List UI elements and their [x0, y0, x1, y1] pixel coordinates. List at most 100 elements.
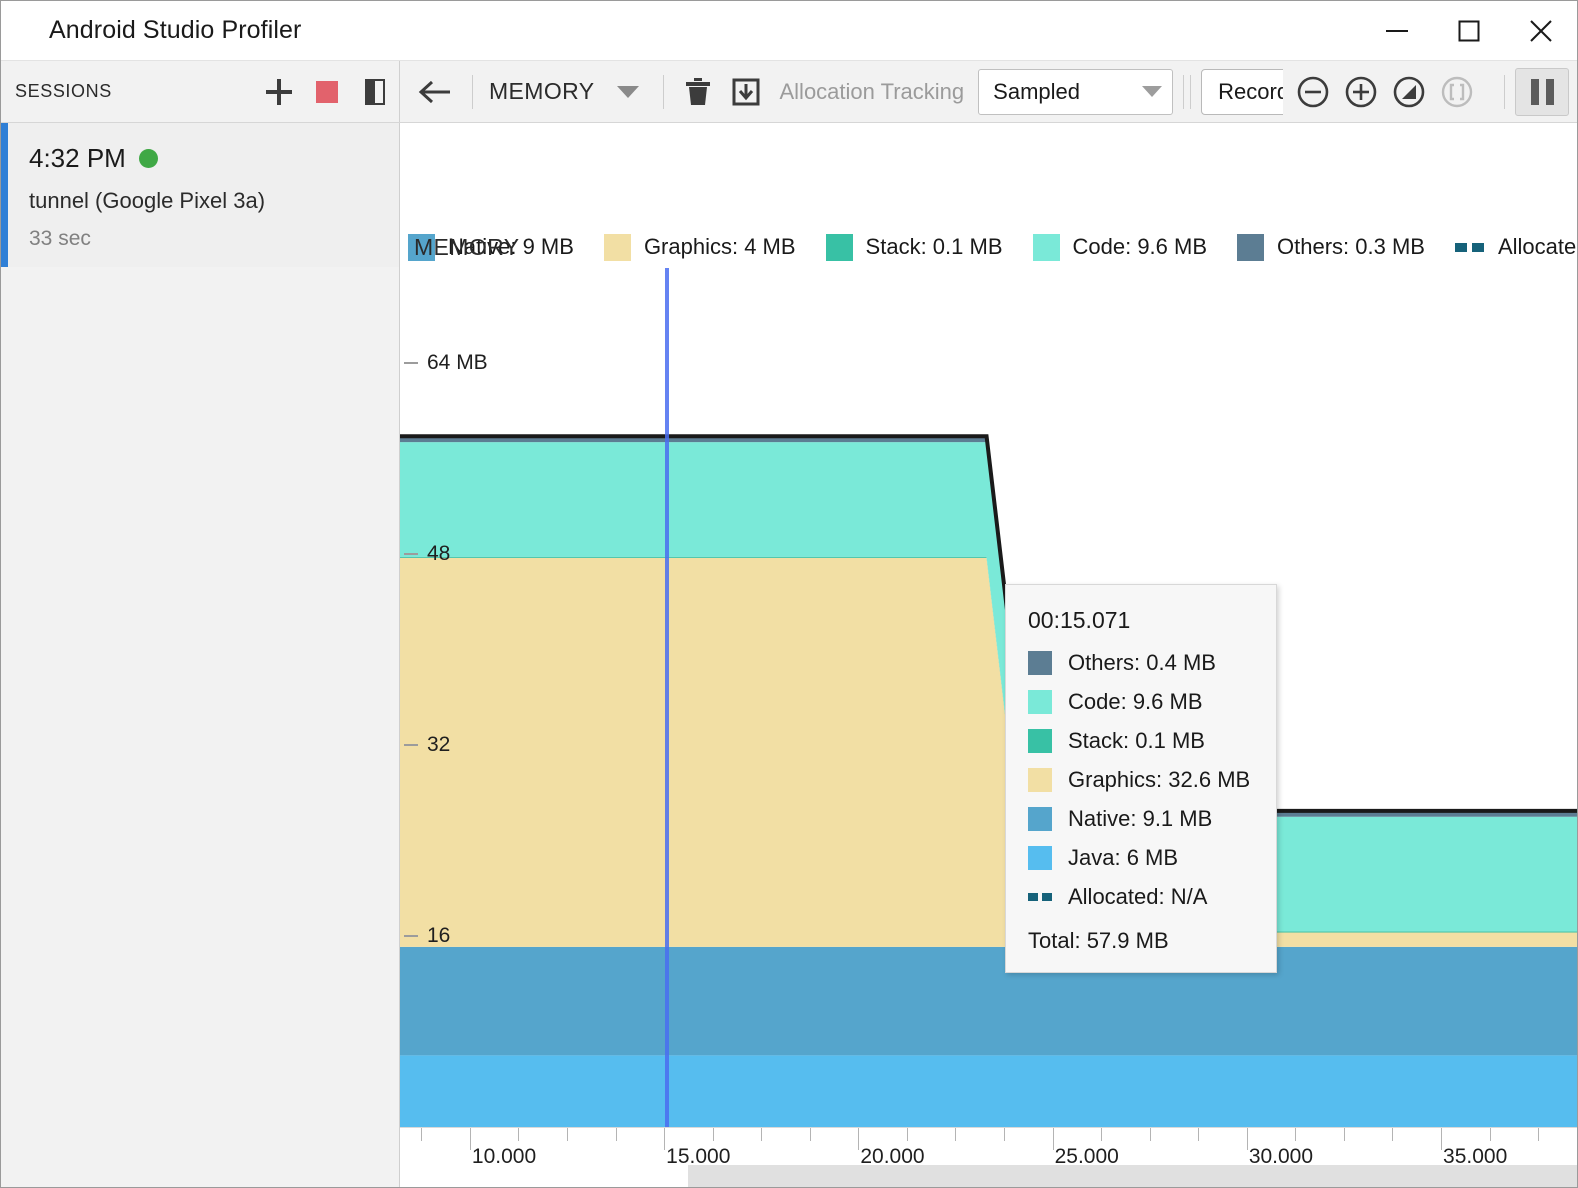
- playhead-marker[interactable]: [665, 268, 669, 1127]
- x-axis-tick-mark: [1198, 1128, 1199, 1141]
- toolbar-separator: [1190, 75, 1191, 109]
- legend-label: Native: 9 MB: [448, 234, 574, 260]
- x-axis-tick-mark: [518, 1128, 519, 1141]
- stop-session-button[interactable]: [303, 69, 351, 115]
- y-axis-tick-label: 48: [427, 542, 450, 566]
- session-item[interactable]: 4:32 PM tunnel (Google Pixel 3a) 33 sec: [1, 123, 399, 267]
- zoom-controls: [1283, 61, 1481, 122]
- zoom-out-button[interactable]: [1289, 68, 1337, 116]
- x-axis-tick-mark: [761, 1128, 762, 1141]
- allocation-sampling-value: Sampled: [993, 79, 1128, 105]
- x-axis-tick-mark: [907, 1128, 908, 1141]
- zoom-in-button[interactable]: [1337, 68, 1385, 116]
- allocation-sampling-select[interactable]: Sampled: [978, 69, 1173, 115]
- x-axis-tick-mark: [1490, 1128, 1491, 1141]
- tooltip-swatch: [1028, 768, 1052, 792]
- tooltip-label: Graphics: 32.6 MB: [1068, 767, 1250, 793]
- tooltip-label: Java: 6 MB: [1068, 845, 1178, 871]
- live-dot-icon: [139, 149, 158, 168]
- tooltip-rows: Others: 0.4 MBCode: 9.6 MBStack: 0.1 MBG…: [1028, 650, 1256, 910]
- memory-chart-panel: Native: 9 MB Graphics: 4 MB Stack: 0.1 MB C…: [400, 123, 1577, 1187]
- allocation-tracking-label: Allocation Tracking: [770, 79, 979, 105]
- profiler-window: Android Studio Profiler SESSIONS: [0, 0, 1578, 1188]
- pause-button[interactable]: [1515, 68, 1569, 116]
- tick-mark: [404, 935, 418, 937]
- tooltip-label: Native: 9.1 MB: [1068, 806, 1212, 832]
- reset-zoom-icon: [1390, 73, 1428, 111]
- allocated-dash-icon: [1028, 885, 1052, 909]
- minimize-button[interactable]: [1361, 1, 1433, 60]
- tooltip-label: Allocated: N/A: [1068, 884, 1207, 910]
- x-axis-tick-mark: [1150, 1128, 1151, 1141]
- memory-area-chart: [400, 268, 1577, 1127]
- heap-dump-button[interactable]: [722, 69, 770, 115]
- close-icon: [1528, 18, 1554, 44]
- y-axis-tick: 16: [404, 924, 450, 948]
- legend-item: Code: 9.6 MB: [1033, 234, 1208, 261]
- legend-swatch: [604, 234, 631, 261]
- x-axis-tick-mark: [616, 1128, 617, 1141]
- maximize-button[interactable]: [1433, 1, 1505, 60]
- reset-zoom-button[interactable]: [1385, 68, 1433, 116]
- toolbar-separator: [1183, 75, 1184, 109]
- toggle-sessions-panel-button[interactable]: [351, 69, 399, 115]
- legend-label: Stack: 0.1 MB: [866, 234, 1003, 260]
- x-axis: 10.00015.00020.00025.00030.00035.000: [400, 1127, 1577, 1187]
- legend-label: Code: 9.6 MB: [1073, 234, 1208, 260]
- legend-item: Graphics: 4 MB: [604, 234, 796, 261]
- chevron-down-icon[interactable]: [617, 86, 639, 98]
- tooltip-label: Code: 9.6 MB: [1068, 689, 1203, 715]
- legend-swatch: [1237, 234, 1264, 261]
- tick-mark: [404, 744, 418, 746]
- x-axis-tick-mark: [664, 1128, 665, 1150]
- title-bar: Android Studio Profiler: [1, 1, 1577, 61]
- pause-icon: [1531, 79, 1539, 105]
- plus-icon: [266, 79, 292, 105]
- x-axis-tick-mark: [470, 1128, 471, 1150]
- tooltip-swatch: [1028, 729, 1052, 753]
- legend-item: Others: 0.3 MB: [1237, 234, 1425, 261]
- add-session-button[interactable]: [255, 69, 303, 115]
- zoom-in-icon: [1342, 73, 1380, 111]
- sessions-panel: 4:32 PM tunnel (Google Pixel 3a) 33 sec: [1, 123, 400, 1187]
- toolbar-separator: [1504, 75, 1505, 109]
- legend-label: Others: 0.3 MB: [1277, 234, 1425, 260]
- tooltip-row: Graphics: 32.6 MB: [1028, 767, 1256, 793]
- stop-icon: [316, 81, 338, 103]
- memory-tooltip: 00:15.071 Others: 0.4 MBCode: 9.6 MBStac…: [1005, 584, 1277, 973]
- toolbar-separator: [472, 75, 473, 109]
- sessions-toolbar: SESSIONS: [1, 61, 400, 122]
- back-button[interactable]: [408, 69, 462, 115]
- x-axis-tick-mark: [567, 1128, 568, 1141]
- x-axis-tick-mark: [1101, 1128, 1102, 1141]
- legend-item: Allocated: N/A: [1455, 234, 1577, 261]
- x-axis-tick-mark: [1441, 1128, 1442, 1150]
- memory-legend: Native: 9 MB Graphics: 4 MB Stack: 0.1 MB C…: [400, 226, 1577, 268]
- close-button[interactable]: [1505, 1, 1577, 60]
- scrollbar-thumb[interactable]: [688, 1165, 1577, 1187]
- memory-plot-area[interactable]: 64 MB483216: [400, 268, 1577, 1127]
- zoom-out-icon: [1294, 73, 1332, 111]
- tooltip-row: Java: 6 MB: [1028, 845, 1256, 871]
- tooltip-label: Others: 0.4 MB: [1068, 650, 1216, 676]
- legend-swatch: [408, 234, 435, 261]
- attach-to-live-button[interactable]: [1433, 68, 1481, 116]
- x-axis-tick-mark: [1344, 1128, 1345, 1141]
- legend-swatch: [826, 234, 853, 261]
- tooltip-swatch: [1028, 690, 1052, 714]
- area-series-java: [400, 1055, 1577, 1127]
- x-axis-tick-mark: [713, 1128, 714, 1141]
- tooltip-swatch: [1028, 846, 1052, 870]
- trash-icon: [683, 76, 713, 108]
- window-title: Android Studio Profiler: [1, 16, 301, 45]
- legend-item: Native: 9 MB: [408, 234, 574, 261]
- area-series-native: [400, 947, 1577, 1056]
- tooltip-total: Total: 57.9 MB: [1028, 928, 1256, 954]
- session-device: tunnel (Google Pixel 3a): [29, 188, 383, 214]
- force-garbage-collection-button[interactable]: [674, 69, 722, 115]
- tick-mark: [404, 553, 418, 555]
- toolbar: SESSIONS MEMORY: [1, 61, 1577, 123]
- stage-selector-label[interactable]: MEMORY: [483, 78, 601, 105]
- horizontal-scrollbar[interactable]: [400, 1165, 1577, 1187]
- legend-label: Allocated: N/A: [1498, 234, 1577, 260]
